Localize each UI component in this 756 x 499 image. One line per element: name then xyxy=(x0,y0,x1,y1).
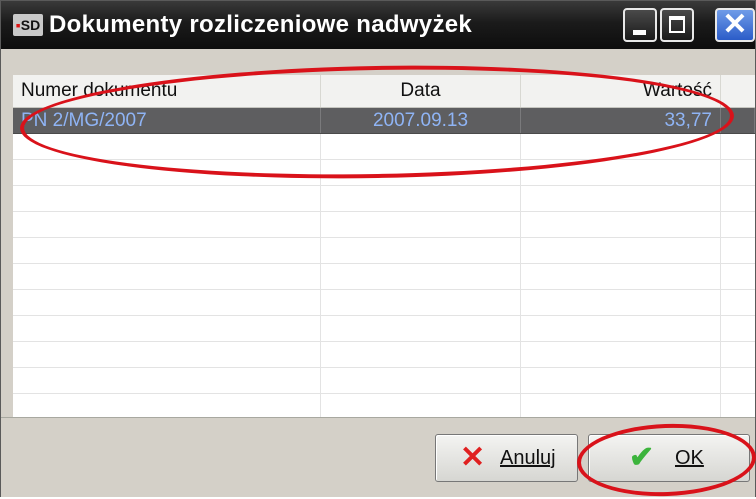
app-logo-icon: ▪SD xyxy=(13,14,43,36)
ok-button-label: OK xyxy=(675,447,704,469)
table-row-empty[interactable] xyxy=(13,212,755,238)
close-button[interactable]: ✕ xyxy=(715,8,755,42)
table-row-empty[interactable] xyxy=(13,290,755,316)
maximize-button[interactable] xyxy=(660,8,694,42)
grid-header: Numer dokumentu Data Wartość xyxy=(13,75,755,108)
cell-filler xyxy=(721,108,755,133)
table-row-empty[interactable] xyxy=(13,134,755,160)
column-header-numer[interactable]: Numer dokumentu xyxy=(13,75,321,107)
cancel-button-label: Anuluj xyxy=(500,447,556,469)
table-row-empty[interactable] xyxy=(13,186,755,212)
table-row-selected[interactable]: PN 2/MG/2007 2007.09.13 33,77 xyxy=(13,108,755,134)
documents-grid[interactable]: Numer dokumentu Data Wartość PN 2/MG/200… xyxy=(13,75,755,417)
ok-button[interactable]: ✔ OK xyxy=(588,434,750,482)
column-header-data[interactable]: Data xyxy=(321,75,521,107)
minimize-icon xyxy=(633,30,646,35)
table-row-empty[interactable] xyxy=(13,160,755,186)
cancel-button[interactable]: ✕ Anuluj xyxy=(435,434,578,482)
column-header-wartosc[interactable]: Wartość xyxy=(521,75,721,107)
x-icon: ✕ xyxy=(460,441,486,474)
cell-data: 2007.09.13 xyxy=(321,108,521,133)
title-bar[interactable]: ▪SD Dokumenty rozliczeniowe nadwyżek ✕ xyxy=(1,1,755,49)
column-header-filler xyxy=(721,75,755,107)
table-row-empty[interactable] xyxy=(13,316,755,342)
maximize-icon xyxy=(669,16,685,33)
table-row-empty[interactable] xyxy=(13,264,755,290)
window-title: Dokumenty rozliczeniowe nadwyżek xyxy=(49,11,473,38)
table-row-empty[interactable] xyxy=(13,342,755,368)
table-row-empty[interactable] xyxy=(13,394,755,417)
cell-wartosc: 33,77 xyxy=(521,108,721,133)
dialog-window: ▪SD Dokumenty rozliczeniowe nadwyżek ✕ N… xyxy=(0,0,756,497)
table-row-empty[interactable] xyxy=(13,238,755,264)
minimize-button[interactable] xyxy=(623,8,657,42)
close-icon: ✕ xyxy=(722,8,748,41)
app-icon-text: SD xyxy=(20,17,41,33)
button-panel: ✕ Anuluj ✔ OK xyxy=(1,417,755,497)
checkmark-icon: ✔ xyxy=(629,441,655,474)
cell-numer: PN 2/MG/2007 xyxy=(13,108,321,133)
table-row-empty[interactable] xyxy=(13,368,755,394)
